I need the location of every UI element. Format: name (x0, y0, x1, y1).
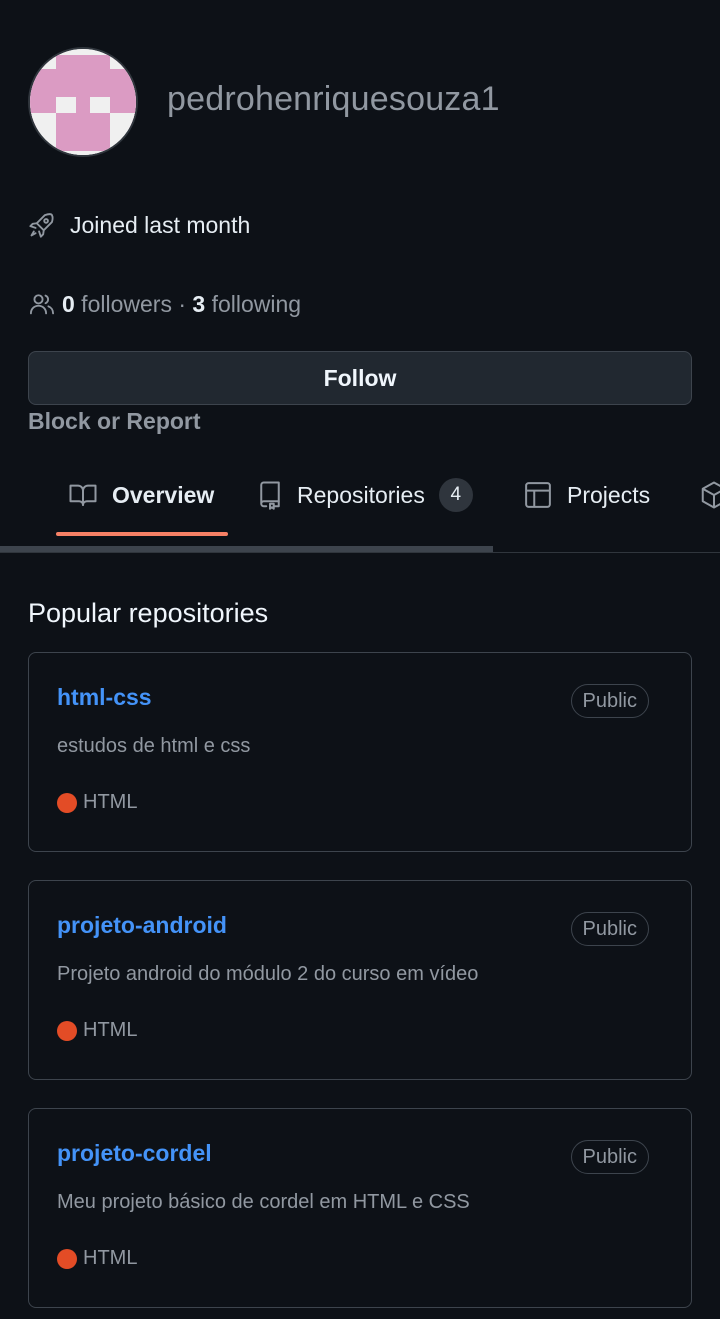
tab-overview-label: Overview (112, 481, 215, 508)
followers-count[interactable]: 0 (62, 291, 75, 318)
repositories-counter: 4 (438, 478, 473, 512)
following-count[interactable]: 3 (192, 291, 205, 318)
tab-projects[interactable]: Projects (523, 462, 650, 528)
language-color-dot (57, 792, 77, 813)
follow-button[interactable]: Follow (28, 351, 692, 405)
tab-repositories-label: Repositories (297, 481, 425, 508)
language-color-dot (57, 1020, 77, 1041)
repo-language-label: HTML (83, 791, 138, 813)
visibility-badge: Public (570, 1140, 649, 1174)
joined-text: Joined last month (70, 211, 251, 238)
repo-language-label: HTML (83, 1247, 138, 1269)
table-icon (523, 480, 553, 510)
repo-language: HTML (57, 1247, 137, 1270)
profile-tabs: Overview Repositories 4 Projects (0, 462, 720, 532)
tabs-divider (0, 552, 720, 553)
visibility-badge: Public (570, 912, 649, 946)
tab-repositories[interactable]: Repositories 4 (257, 462, 473, 528)
tab-projects-label: Projects (567, 481, 651, 508)
repo-description: Meu projeto básico de cordel em HTML e C… (57, 1191, 470, 1213)
selected-tab-indicator (56, 532, 228, 536)
following-label[interactable]: following (205, 291, 302, 318)
followers-info: 0 followers · 3 following (28, 287, 301, 321)
block-report-link[interactable]: Block or Report (28, 408, 201, 435)
identicon-image (30, 49, 136, 155)
username: pedrohenriquesouza1 (167, 80, 500, 118)
rocket-icon (28, 211, 56, 239)
package-icon (699, 480, 720, 510)
visibility-badge: Public (570, 684, 649, 718)
repo-icon (257, 480, 283, 510)
repo-card: projeto-cordel Public Meu projeto básico… (28, 1108, 692, 1308)
language-color-dot (57, 1248, 77, 1269)
repo-name-link[interactable]: projeto-android (57, 912, 227, 939)
repo-name-link[interactable]: html-css (57, 684, 152, 711)
repo-name-link[interactable]: projeto-cordel (57, 1140, 212, 1167)
repo-language-label: HTML (83, 1019, 138, 1041)
tab-overview[interactable]: Overview (68, 462, 214, 528)
avatar[interactable] (28, 47, 138, 157)
joined-info: Joined last month (28, 208, 250, 242)
repo-card: html-css Public estudos de html e css HT… (28, 652, 692, 852)
repo-language: HTML (57, 791, 137, 814)
popular-repositories-heading: Popular repositories (28, 598, 269, 628)
separator: · (171, 290, 193, 317)
repo-card: projeto-android Public Projeto android d… (28, 880, 692, 1080)
repo-description: estudos de html e css (57, 735, 251, 757)
repo-description: Projeto android do módulo 2 do curso em … (57, 963, 479, 985)
repo-language: HTML (57, 1019, 137, 1042)
book-icon (68, 480, 98, 510)
people-icon (28, 290, 56, 318)
tab-packages[interactable] (699, 462, 720, 528)
followers-label[interactable]: followers (75, 291, 172, 318)
